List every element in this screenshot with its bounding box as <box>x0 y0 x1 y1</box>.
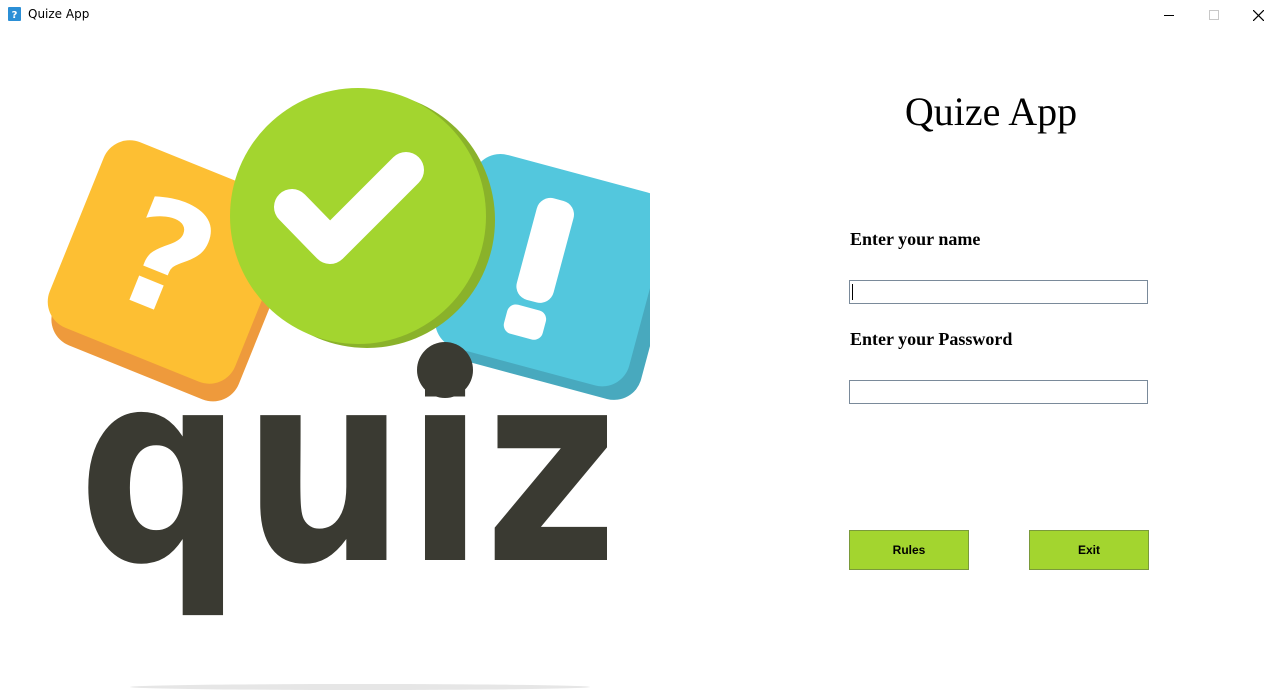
rules-button[interactable]: Rules <box>849 530 969 570</box>
text-caret <box>852 284 853 300</box>
password-input[interactable] <box>849 380 1148 404</box>
check-circle <box>230 88 495 348</box>
name-input[interactable] <box>849 280 1148 304</box>
app-icon: ? <box>8 7 21 21</box>
minimize-icon <box>1163 15 1174 16</box>
window-title: Quize App <box>28 7 90 21</box>
maximize-icon <box>1208 10 1219 20</box>
title-bar: ? Quize App <box>0 0 1279 30</box>
close-icon <box>1253 9 1264 21</box>
close-button[interactable] <box>1236 0 1279 30</box>
svg-text:?: ? <box>12 10 18 21</box>
name-label: Enter your name <box>850 229 981 249</box>
quiz-wordmark: quiz <box>78 315 618 623</box>
password-label: Enter your Password <box>850 329 1013 349</box>
quiz-logo: ? quiz <box>47 88 650 690</box>
app-heading: Quize App <box>904 89 1078 134</box>
minimize-button[interactable] <box>1146 0 1191 30</box>
exit-button[interactable]: Exit <box>1029 530 1149 570</box>
maximize-button[interactable] <box>1191 0 1236 30</box>
